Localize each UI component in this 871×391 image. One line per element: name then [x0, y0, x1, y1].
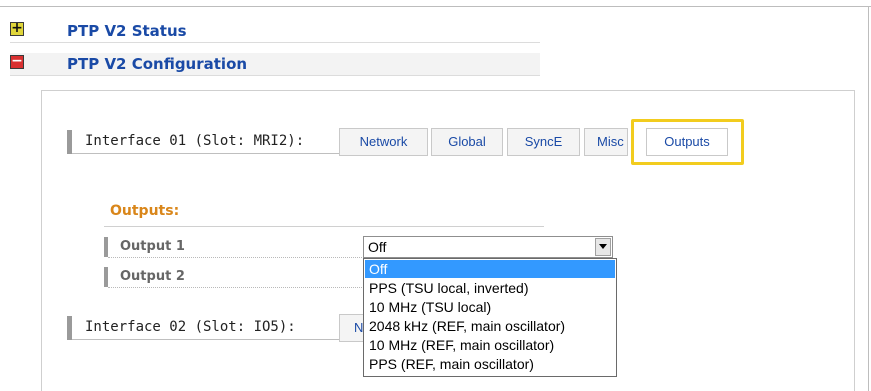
interface-label-02: Interface 02 (Slot: IO5): [85, 319, 296, 335]
output-1-row: Output 1 [104, 236, 364, 258]
section-title-status[interactable]: PTP V2 Status [67, 22, 187, 40]
interface-marker [67, 130, 72, 154]
outputs-heading: Outputs: [110, 203, 180, 219]
outputs-tab-highlight [631, 119, 744, 165]
section-ptp-v2-configuration[interactable]: − PTP V2 Configuration [10, 53, 540, 76]
interface-label-01: Interface 01 (Slot: MRI2): [85, 133, 305, 149]
interface-divider [72, 339, 342, 340]
collapse-minus-icon[interactable]: − [10, 53, 24, 69]
dropdown-option-10mhz-tsu-local[interactable]: 10 MHz (TSU local) [365, 298, 615, 316]
dropdown-arrow-button[interactable] [595, 238, 611, 256]
interface-divider [72, 153, 342, 154]
outputs-divider [104, 226, 544, 227]
interface-marker [67, 316, 72, 340]
tab-global[interactable]: Global [431, 128, 503, 156]
section-title-configuration[interactable]: PTP V2 Configuration [67, 55, 247, 73]
dropdown-option-pps-ref[interactable]: PPS (REF, main oscillator) [365, 355, 615, 373]
interface-row-02: Interface 02 (Slot: IO5): [67, 316, 357, 340]
field-marker [104, 237, 108, 257]
tab-network[interactable]: Network [339, 128, 428, 156]
frame-top-border [0, 6, 871, 7]
output-1-select[interactable]: Off [363, 236, 613, 258]
output-2-row: Output 2 [104, 266, 364, 288]
dropdown-option-pps-tsu-local-inverted[interactable]: PPS (TSU local, inverted) [365, 279, 615, 297]
interface-row-01: Interface 01 (Slot: MRI2): [67, 130, 357, 154]
tab-misc[interactable]: Misc [584, 128, 628, 156]
tab-synce[interactable]: SyncE [507, 128, 580, 156]
field-dotted-line [108, 257, 362, 258]
field-dotted-line [108, 287, 362, 288]
chevron-down-icon [599, 244, 607, 249]
dropdown-option-2048khz-ref[interactable]: 2048 kHz (REF, main oscillator) [365, 317, 615, 335]
dropdown-option-off[interactable]: Off [365, 260, 615, 278]
frame-right-border [868, 6, 869, 391]
section-ptp-v2-status[interactable]: + PTP V2 Status [10, 20, 540, 43]
output-1-dropdown-list: Off PPS (TSU local, inverted) 10 MHz (TS… [363, 258, 617, 377]
output-1-label: Output 1 [120, 239, 185, 254]
field-marker [104, 267, 108, 287]
output-1-select-value: Off [368, 239, 387, 255]
expand-plus-icon[interactable]: + [10, 20, 24, 36]
output-2-label: Output 2 [120, 269, 185, 284]
dropdown-option-10mhz-ref[interactable]: 10 MHz (REF, main oscillator) [365, 336, 615, 354]
